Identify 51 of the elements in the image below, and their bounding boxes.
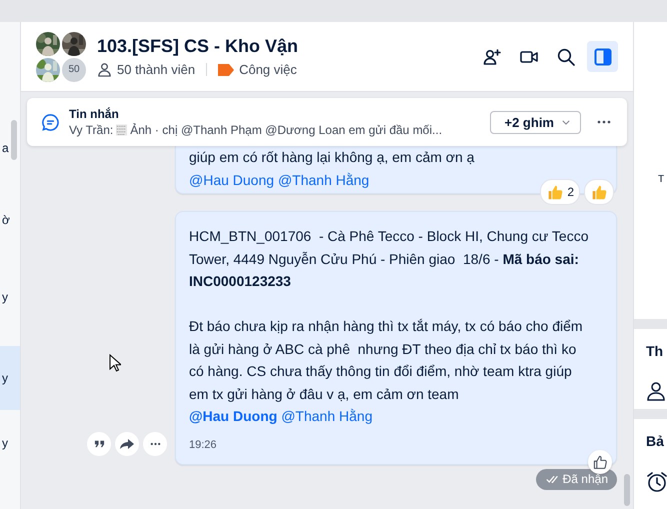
scrollbar[interactable] <box>624 474 630 506</box>
mention-link[interactable]: @Hau Duong <box>189 408 278 424</box>
panel-heading: Th <box>646 343 664 359</box>
panel-heading: Bả <box>646 433 665 449</box>
person-icon <box>646 381 666 401</box>
sidebar-item[interactable]: a <box>0 116 20 180</box>
thumbs-up-icon <box>592 454 608 470</box>
message-text: HCM_BTN_001706 - Cà Phê Tecco - Block HI, Chung cư Tecco Tower, 4449 Nguyễn Cửu Phú - Phiên giao 18/6 - Mã báo sai: INC0000123233 <box>189 227 590 291</box>
delivery-status: Đã nhận <box>536 468 617 490</box>
message-text: giúp em có rốt hàng lại không ạ, em cảm ơn ạ @Hau Duong @Thanh Hằng <box>189 148 476 190</box>
scrollbar[interactable] <box>11 120 17 160</box>
alarm-clock-icon <box>646 471 667 493</box>
member-count[interactable]: 50 thành viên <box>117 62 196 77</box>
pinned-sender: Vy Trần: <box>69 123 114 137</box>
thumbs-up-icon <box>546 183 564 201</box>
chat-title: 103.[SFS] CS - Kho Vận <box>97 36 300 57</box>
mention-link[interactable]: @Thanh Hằng <box>281 408 372 424</box>
member-count-badge: 50 <box>62 58 86 82</box>
panel-button[interactable] <box>587 41 618 72</box>
forward-arrow-icon <box>120 438 134 450</box>
forward-button[interactable] <box>115 432 139 456</box>
chat-bubble-icon <box>41 112 60 132</box>
person-icon <box>97 62 112 77</box>
category-label[interactable]: Công việc <box>239 62 297 77</box>
pinned-preview[interactable]: Ảnh · chị @Thanh Phạm @Dương Loan em gửi đầu mối... <box>130 123 442 137</box>
pinned-title: Tin nhắn <box>69 107 120 121</box>
pinned-count-button[interactable]: +2 ghim <box>490 110 581 134</box>
double-check-icon <box>546 474 559 484</box>
sidebar-item[interactable]: y <box>0 411 20 475</box>
message-time: 19:26 <box>189 438 218 452</box>
like-button[interactable] <box>588 450 612 474</box>
panel-caption: T <box>658 174 664 185</box>
cursor-icon <box>109 354 121 372</box>
image-thumbnail-icon <box>116 124 128 136</box>
tag-icon <box>218 64 234 76</box>
sidebar-item[interactable]: y <box>0 265 20 329</box>
chevron-down-icon <box>562 120 570 124</box>
mention-link[interactable]: @Thanh Hằng <box>278 172 370 188</box>
thumbs-up-icon <box>590 183 608 201</box>
search-icon[interactable] <box>556 46 576 66</box>
sidebar-toggle-icon[interactable] <box>592 46 612 66</box>
mention-link[interactable]: @Hau Duong <box>189 172 274 188</box>
message-text: Đt báo chưa kịp ra nhận hàng thì tx tắt máy, tx có báo cho điểm là gửi hàng ở ABC cà phê nhưng ĐT theo địa chỉ tx báo thì ko có hàng. CS chưa thấy thông tin đổi điểm, nhờ team ktra giúp em tx gửi hàng ở đâu v ạ, em cảm ơn team @Hau Duong @Thanh Hằng <box>189 317 584 426</box>
sidebar-item[interactable]: ờ <box>0 188 20 252</box>
quote-button[interactable] <box>87 432 111 456</box>
sidebar-item[interactable]: y <box>0 346 20 410</box>
add-member-icon[interactable] <box>482 46 502 66</box>
quote-icon <box>94 438 104 449</box>
more-icon <box>150 442 160 446</box>
reaction-badge[interactable]: 2 <box>540 179 580 205</box>
more-icon <box>597 120 611 124</box>
